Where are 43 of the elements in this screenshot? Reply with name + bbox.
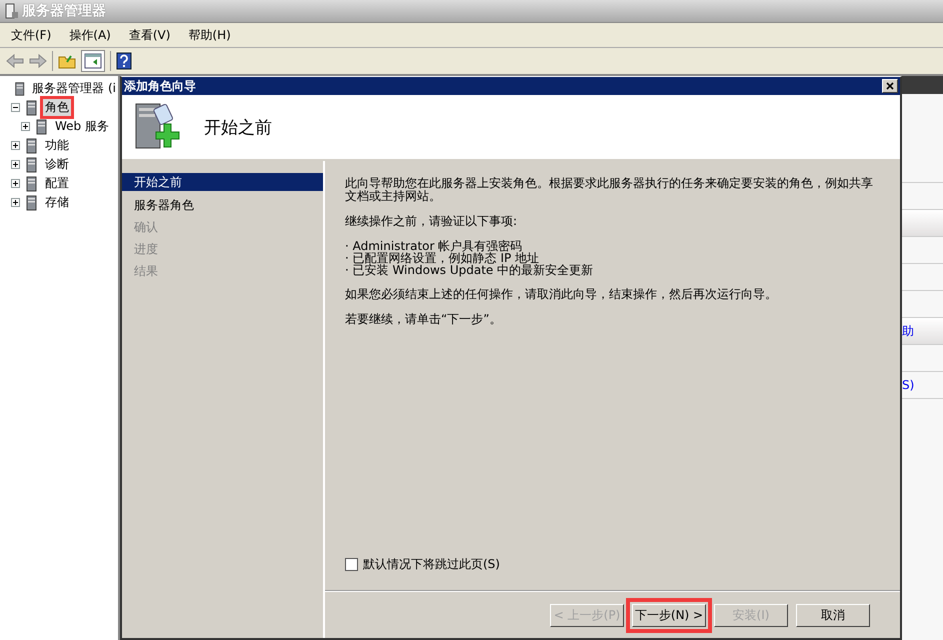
expander-icon[interactable] <box>10 179 21 188</box>
intro-text: 此向导帮助您在此服务器上安装角色。根据要求此服务器执行的任务来确定要安装的角色，例如共享文档或主持网站。 <box>345 177 874 203</box>
folder-icon[interactable] <box>58 53 76 69</box>
tree-item[interactable]: 存储 <box>43 194 71 211</box>
back-arrow-icon[interactable] <box>6 53 24 69</box>
close-button[interactable] <box>882 79 898 93</box>
bullet-item: · 已配置网络设置，例如静态 IP 地址 <box>345 252 540 264</box>
tree-item[interactable]: 配置 <box>43 175 71 192</box>
forward-arrow-icon[interactable] <box>29 53 47 69</box>
expander-icon[interactable] <box>20 122 31 131</box>
close-icon <box>886 82 894 90</box>
tree-item[interactable]: 服务器管理器 (i <box>30 80 118 97</box>
cancel-note: 如果您必须结束上述的任何操作，请取消此向导，结束操作，然后再次运行向导。 <box>345 288 778 301</box>
step-item[interactable]: 开始之前 <box>122 173 323 191</box>
help-icon[interactable] <box>116 52 132 70</box>
expander-icon[interactable] <box>10 198 21 207</box>
panel-toggle-icon[interactable] <box>81 50 105 72</box>
panel-header <box>902 76 943 94</box>
action-link[interactable]: S) <box>902 378 914 392</box>
menu-item[interactable]: 文件(F) <box>11 26 52 44</box>
action-link[interactable]: 助 <box>902 322 914 340</box>
server-icon <box>4 3 18 19</box>
tree-item[interactable]: 角色 <box>43 99 71 116</box>
wizard-button[interactable]: 下一步(N) > <box>632 604 706 626</box>
step-item[interactable]: 服务器角色 <box>122 195 323 217</box>
tree-item[interactable]: 诊断 <box>43 156 71 173</box>
expander-icon[interactable] <box>10 141 21 150</box>
continue-note: 若要继续，请单击“下一步”。 <box>345 313 502 326</box>
menu-item[interactable]: 帮助(H) <box>188 26 231 44</box>
wizard-button[interactable]: 取消 <box>796 604 870 626</box>
page-title: 开始之前 <box>204 116 272 138</box>
expander-icon[interactable] <box>10 103 21 112</box>
menu-item[interactable]: 操作(A) <box>69 26 111 44</box>
window-title: 服务器管理器 <box>22 2 106 20</box>
bullet-item: · Administrator 帐户具有强密码 <box>345 240 522 252</box>
verify-text: 继续操作之前，请验证以下事项: <box>345 215 518 228</box>
menu-item[interactable]: 查看(V) <box>128 26 170 44</box>
expander-icon[interactable] <box>10 160 21 169</box>
dialog-title: 添加角色向导 <box>124 78 196 94</box>
skip-page-checkbox[interactable]: 默认情况下将跳过此页(S) <box>345 556 900 573</box>
tree-item[interactable]: 功能 <box>43 137 71 154</box>
bullet-item: · 已安装 Windows Update 中的最新安全更新 <box>345 264 594 276</box>
tree-item[interactable]: Web 服务 <box>53 118 111 135</box>
